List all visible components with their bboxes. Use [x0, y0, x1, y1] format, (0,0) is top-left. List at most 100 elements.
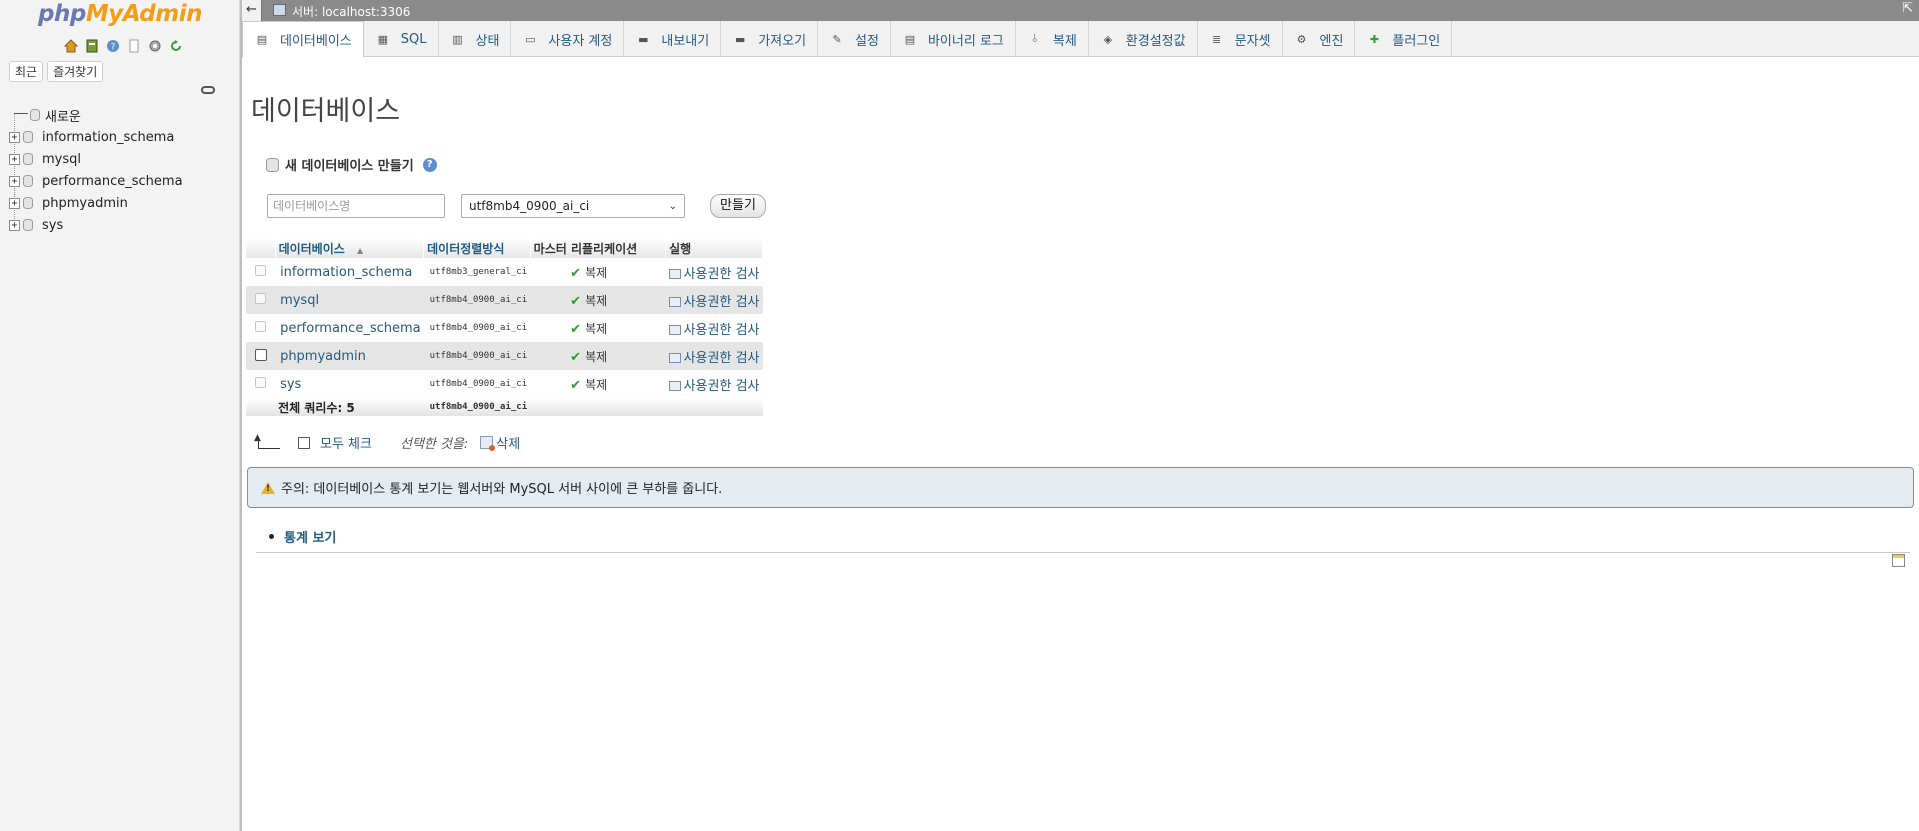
total-count: 전체 쿼리수: 5: [275, 398, 424, 416]
reload-icon[interactable]: [168, 38, 184, 54]
collapse-icon[interactable]: ⇱: [1902, 1, 1913, 16]
tab-user-accounts[interactable]: ▭ 사용자 계정: [511, 21, 625, 57]
enable-statistics-link[interactable]: 통계 보기: [284, 527, 336, 546]
database-collation: utf8mb3_general_ci: [423, 258, 531, 286]
database-icon: [23, 175, 33, 187]
tree-item-label[interactable]: information_schema: [42, 130, 174, 145]
check-privileges-link[interactable]: 사용권한 검사: [684, 351, 760, 366]
check-privileges-link[interactable]: 사용권한 검사: [684, 267, 760, 282]
tab-export[interactable]: ▬ 내보내기: [624, 21, 722, 57]
tab-label: 내보내기: [661, 33, 710, 49]
header-checkbox-col: [246, 238, 276, 258]
select-arrow-icon: ▲: [254, 433, 280, 449]
database-name-link[interactable]: performance_schema: [275, 314, 424, 342]
row-checkbox[interactable]: [255, 265, 267, 276]
check-all-checkbox[interactable]: [298, 436, 310, 449]
database-name-link[interactable]: sys: [275, 370, 424, 398]
tab-plugins[interactable]: ✚ 플러그인: [1355, 21, 1453, 57]
database-name-link[interactable]: phpmyadmin: [275, 342, 424, 370]
tab-label: 가져오기: [758, 33, 807, 49]
delete-selected-button[interactable]: 삭제: [480, 433, 520, 452]
breadcrumb-server[interactable]: 서버: localhost:3306: [292, 3, 410, 20]
tab-replication[interactable]: ⫰ 복제: [1016, 21, 1089, 57]
tab-label: 엔진: [1319, 33, 1344, 49]
replication-status: ✔ 복제: [530, 258, 666, 286]
replication-status: ✔ 복제: [530, 342, 666, 370]
enable-statistics-item: 통계 보기: [269, 527, 336, 546]
expand-icon[interactable]: +: [9, 219, 20, 231]
home-icon[interactable]: [63, 38, 79, 54]
tree-item-phpmyadmin[interactable]: + phpmyadmin: [9, 192, 234, 214]
row-checkbox-cell: [246, 258, 276, 286]
console-icon[interactable]: [1892, 554, 1905, 567]
row-checkbox[interactable]: [254, 348, 267, 361]
tab-binary-log[interactable]: ▤ 바이너리 로그: [891, 21, 1016, 57]
tab-sql[interactable]: ▦ SQL: [364, 21, 439, 57]
table-footer-row: 전체 쿼리수: 5 utf8mb4_0900_ai_ci: [246, 398, 763, 416]
settings-icon[interactable]: [147, 38, 163, 54]
row-checkbox-cell: [246, 342, 276, 370]
tree-item-mysql[interactable]: + mysql: [9, 148, 234, 170]
tab-engines[interactable]: ⚙ 엔진: [1283, 21, 1356, 57]
tree-item-sys[interactable]: + sys: [9, 214, 234, 236]
tab-import[interactable]: ▬ 가져오기: [721, 21, 819, 57]
database-icon: [23, 153, 33, 165]
tab-favorites[interactable]: 즐겨찾기: [47, 61, 104, 82]
check-privileges-link[interactable]: 사용권한 검사: [684, 323, 760, 338]
collation-select[interactable]: utf8mb4_0900_ai_ci ⌄: [461, 194, 685, 218]
navigation-sidebar: phpMyAdmin ? 최근 즐겨찾기 새로운 + information_s…: [0, 0, 240, 831]
row-checkbox[interactable]: [255, 293, 267, 304]
row-checkbox-cell: [246, 370, 276, 398]
sort-database-link[interactable]: 데이터베이스: [279, 242, 345, 256]
tree-item-label[interactable]: mysql: [42, 152, 81, 167]
tab-recent[interactable]: 최근: [9, 61, 44, 82]
tree-item-information-schema[interactable]: + information_schema: [9, 126, 234, 148]
check-privileges-link[interactable]: 사용권한 검사: [684, 379, 760, 394]
database-icon[interactable]: [84, 38, 100, 54]
sort-collation-link[interactable]: 데이터정렬방식: [427, 242, 504, 256]
database-name-input[interactable]: [267, 194, 445, 218]
tab-charsets[interactable]: ≣ 문자셋: [1198, 21, 1283, 57]
tab-status[interactable]: ▥ 상태: [439, 21, 512, 57]
header-database[interactable]: 데이터베이스 ▲: [275, 238, 425, 258]
database-name-link[interactable]: information_schema: [275, 258, 424, 286]
row-checkbox[interactable]: [255, 321, 267, 332]
tab-databases[interactable]: ▤ 데이터베이스: [242, 21, 364, 58]
header-collation[interactable]: 데이터정렬방식: [423, 238, 531, 258]
export-icon: ▬: [638, 32, 649, 46]
privileges-icon: [668, 296, 681, 307]
help-icon[interactable]: ?: [422, 157, 437, 172]
tab-label: 상태: [475, 33, 500, 49]
tree-item-new[interactable]: 새로운: [9, 104, 234, 126]
new-database-icon: [266, 157, 279, 172]
expand-icon[interactable]: +: [9, 175, 20, 187]
tree-item-performance-schema[interactable]: + performance_schema: [9, 170, 234, 192]
tab-variables[interactable]: ◈ 환경설정값: [1089, 21, 1198, 57]
help-icon[interactable]: ?: [105, 38, 121, 54]
database-collation: utf8mb4_0900_ai_ci: [423, 314, 531, 342]
sort-asc-icon: ▲: [357, 245, 364, 255]
check-icon: ✔: [570, 293, 582, 309]
create-button[interactable]: 만들기: [710, 194, 766, 218]
check-icon: ✔: [570, 321, 582, 337]
delete-icon: [480, 436, 496, 451]
tab-label: 플러그인: [1392, 33, 1441, 49]
phpmyadmin-logo[interactable]: phpMyAdmin: [38, 1, 202, 27]
row-checkbox[interactable]: [255, 377, 267, 388]
tab-settings[interactable]: ✎ 설정: [818, 21, 891, 57]
replication-label: 복제: [585, 321, 608, 336]
tree-item-label[interactable]: performance_schema: [42, 174, 183, 189]
row-checkbox-cell: [246, 286, 276, 314]
back-arrow-icon[interactable]: ←: [242, 0, 262, 21]
main-content: 데이터베이스 새 데이터베이스 만들기 ? utf8mb4_0900_ai_ci…: [242, 57, 1919, 831]
expand-icon[interactable]: +: [9, 153, 20, 165]
expand-icon[interactable]: +: [9, 197, 20, 209]
tree-item-label[interactable]: sys: [42, 218, 63, 233]
docs-icon[interactable]: [126, 38, 142, 54]
check-privileges-link[interactable]: 사용권한 검사: [684, 295, 760, 310]
check-all-label[interactable]: 모두 체크: [320, 433, 372, 452]
link-with-main-icon[interactable]: [201, 86, 215, 94]
tree-item-label[interactable]: phpmyadmin: [42, 196, 128, 211]
expand-icon[interactable]: +: [9, 131, 20, 143]
database-name-link[interactable]: mysql: [275, 286, 424, 314]
